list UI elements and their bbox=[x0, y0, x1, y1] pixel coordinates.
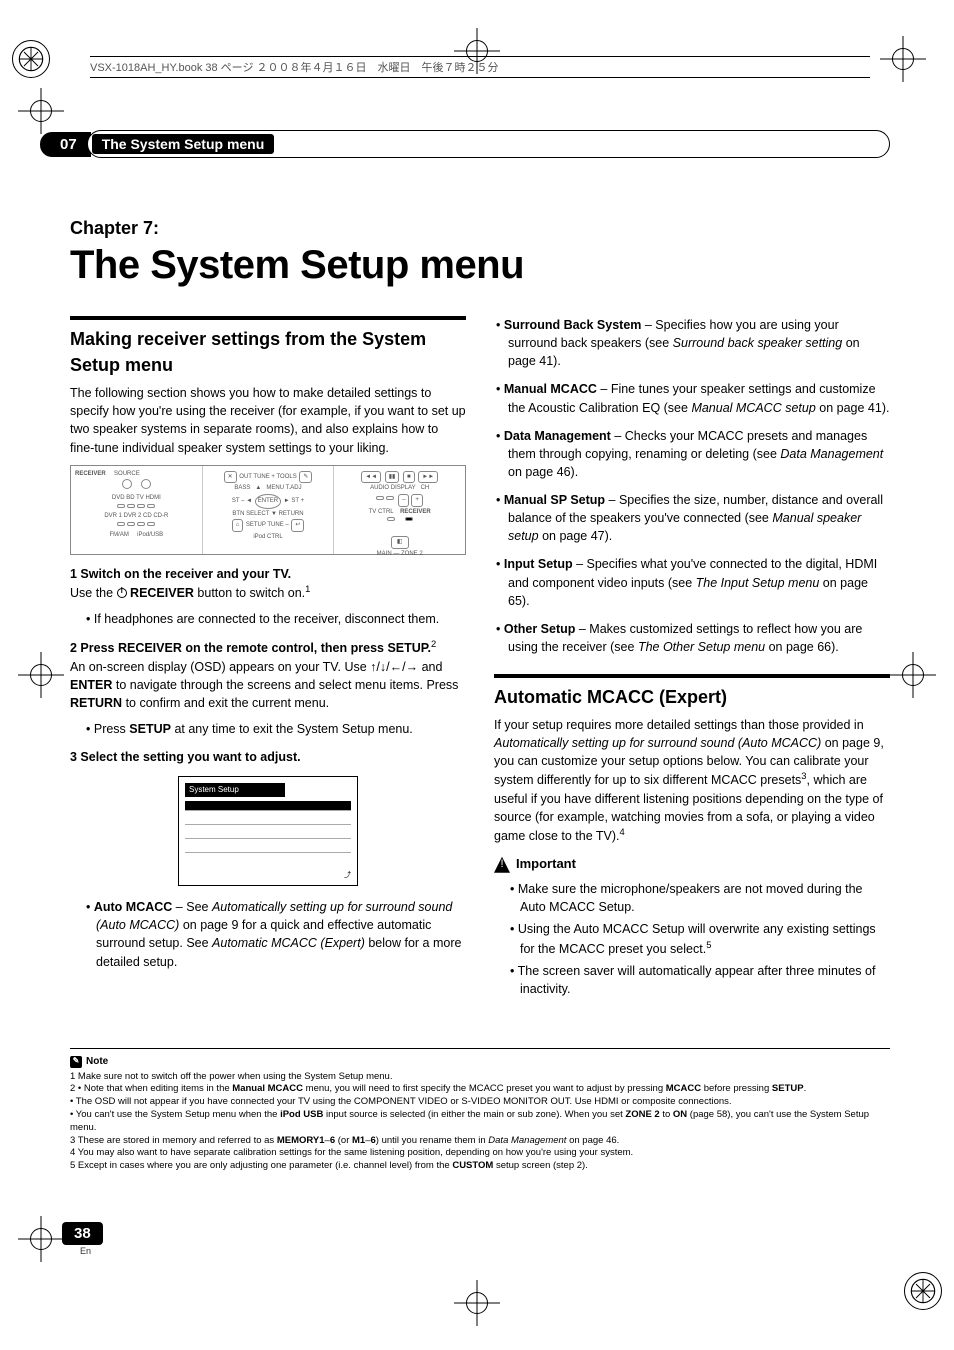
important-bullet-1: Make sure the microphone/speakers are no… bbox=[504, 880, 890, 916]
step-2-title: 2 Press RECEIVER on the remote control, … bbox=[70, 638, 466, 657]
remote-btn-next: ►► bbox=[418, 471, 438, 484]
remote-btn-pause: ▮▮ bbox=[385, 471, 400, 484]
remote-label-dvr1: DVR 1 bbox=[104, 513, 122, 519]
remote-label-menu: MENU bbox=[266, 485, 284, 491]
remote-label-receiver2: RECEIVER bbox=[400, 509, 431, 515]
crop-mark-bottom-left bbox=[18, 1216, 64, 1262]
footnote-2: 2 • Note that when editing items in the … bbox=[70, 1083, 890, 1134]
remote-label-hdmi: HDMI bbox=[145, 495, 160, 501]
auto-mcacc-bullet: Auto MCACC – See Automatically setting u… bbox=[80, 898, 466, 971]
remote-label-setup: SETUP bbox=[246, 522, 266, 528]
remote-label-cdr: CD-R bbox=[153, 513, 168, 519]
step-3-title: 3 Select the setting you want to adjust. bbox=[70, 748, 466, 766]
page-number: 38 bbox=[62, 1222, 103, 1245]
settings-list: Surround Back System – Specifies how you… bbox=[494, 316, 890, 656]
crop-mark-top-right bbox=[880, 36, 926, 82]
footnote-4: 4 You may also want to have separate cal… bbox=[70, 1147, 890, 1160]
remote-label-tools: TOOLS bbox=[276, 474, 296, 480]
item-surround-back: Surround Back System – Specifies how you… bbox=[494, 316, 890, 370]
remote-label-ch: CH bbox=[421, 485, 430, 491]
remote-label-main: MAIN bbox=[377, 551, 392, 557]
osd-return-icon: ⤴ bbox=[185, 871, 351, 881]
remote-control-illustration: RECEIVER SOURCE DVD BD TV HDMI DVR 1 DVR… bbox=[70, 465, 466, 555]
remote-btn-stop: ■ bbox=[403, 471, 415, 484]
setup-exit-bullet: Press SETUP at any time to exit the Syst… bbox=[80, 720, 466, 738]
step-1-bullet: If headphones are connected to the recei… bbox=[80, 610, 466, 628]
step-1-title: 1 Switch on the receiver and your TV. bbox=[70, 565, 466, 583]
remote-label-tv-ctrl: TV CTRL bbox=[369, 509, 394, 515]
remote-label-st-plus: ST + bbox=[291, 498, 304, 504]
chapter-label: Chapter 7: bbox=[70, 218, 890, 239]
footnote-5: 5 Except in cases where you are only adj… bbox=[70, 1160, 890, 1173]
step-1-body: Use the RECEIVER button to switch on.1 bbox=[70, 583, 466, 602]
remote-label-tv: TV bbox=[136, 495, 144, 501]
heading-auto-mcacc-expert: Automatic MCACC (Expert) bbox=[494, 674, 890, 710]
remote-label-ipod-ctrl: iPod CTRL bbox=[253, 534, 282, 540]
remote-label-st-minus: ST – bbox=[232, 498, 245, 504]
power-icon bbox=[117, 588, 127, 598]
remote-label-select: SELECT bbox=[246, 511, 269, 517]
crop-mark-bottom-center bbox=[454, 1280, 500, 1326]
footnote-1: 1 Make sure not to switch off the power … bbox=[70, 1071, 890, 1084]
remote-label-zone2: ZONE 2 bbox=[401, 551, 423, 557]
remote-label-return: RETURN bbox=[279, 511, 304, 517]
remote-label-fmam: FM/AM bbox=[109, 532, 128, 538]
remote-label-display: DISPLAY bbox=[391, 485, 416, 491]
note-icon: ✎ bbox=[70, 1056, 82, 1068]
remote-label-bass: BASS bbox=[234, 485, 250, 491]
important-bullet-3: The screen saver will automatically appe… bbox=[504, 962, 890, 998]
item-input-setup: Input Setup – Specifies what you've conn… bbox=[494, 555, 890, 609]
remote-label-out: OUT bbox=[239, 474, 252, 480]
remote-label-enter: ENTER bbox=[255, 494, 281, 509]
item-other-setup: Other Setup – Makes customized settings … bbox=[494, 620, 890, 656]
remote-btn-ch-minus: – bbox=[398, 494, 409, 507]
right-column: Surround Back System – Specifies how you… bbox=[494, 316, 890, 1002]
osd-paragraph: An on-screen display (OSD) appears on yo… bbox=[70, 658, 466, 712]
item-data-management: Data Management – Checks your MCACC pres… bbox=[494, 427, 890, 481]
remote-label-bd: BD bbox=[126, 495, 134, 501]
remote-label-tadj: T.ADJ bbox=[286, 485, 302, 491]
crop-mark-mid-left bbox=[18, 88, 64, 134]
registration-mark-bottom-right bbox=[904, 1272, 942, 1310]
footnote-3: 3 These are stored in memory and referre… bbox=[70, 1135, 890, 1148]
remote-btn-ch-plus: + bbox=[411, 494, 423, 507]
intro-paragraph: The following section shows you how to m… bbox=[70, 384, 466, 457]
remote-label-tune-plus: TUNE + bbox=[253, 474, 275, 480]
left-column: Making receiver settings from the System… bbox=[70, 316, 466, 1002]
note-label: Note bbox=[86, 1055, 108, 1069]
page-content: 07 The System Setup menu Chapter 7: The … bbox=[70, 130, 890, 1002]
heading-making-receiver-settings: Making receiver settings from the System… bbox=[70, 316, 466, 378]
item-manual-mcacc: Manual MCACC – Fine tunes your speaker s… bbox=[494, 380, 890, 416]
crop-mark-mid-left2 bbox=[18, 652, 64, 698]
section-number: 07 bbox=[40, 132, 91, 157]
remote-btn-prev: ◄◄ bbox=[361, 471, 381, 484]
page-language: En bbox=[80, 1246, 91, 1256]
remote-label-tune-minus: TUNE – bbox=[267, 522, 288, 528]
important-label: Important bbox=[516, 855, 576, 874]
warning-icon: ! bbox=[494, 857, 510, 873]
section-tab: 07 The System Setup menu bbox=[70, 130, 890, 158]
remote-label-ipod: iPod/USB bbox=[137, 532, 163, 538]
book-file-header: VSX-1018AH_HY.book 38 ページ ２００８年４月１６日 水曜日… bbox=[90, 56, 870, 78]
registration-mark-top-left bbox=[12, 40, 50, 78]
osd-screenshot: System Setup ⤴ bbox=[178, 776, 358, 886]
remote-label-cd: CD bbox=[143, 513, 152, 519]
footnotes: ✎ Note 1 Make sure not to switch off the … bbox=[70, 1048, 890, 1173]
remote-label-audio: AUDIO bbox=[370, 485, 389, 491]
chapter-title: The System Setup menu bbox=[70, 243, 890, 288]
remote-label-dvr2: DVR 2 bbox=[124, 513, 142, 519]
remote-label-source: SOURCE bbox=[114, 471, 140, 477]
important-heading: ! Important bbox=[494, 855, 890, 874]
important-bullet-2: Using the Auto MCACC Setup will overwrit… bbox=[504, 920, 890, 957]
remote-label-receiver: RECEIVER bbox=[75, 471, 106, 477]
osd-title: System Setup bbox=[185, 783, 285, 797]
item-manual-sp-setup: Manual SP Setup – Specifies the size, nu… bbox=[494, 491, 890, 545]
auto-mcacc-paragraph: If your setup requires more detailed set… bbox=[494, 716, 890, 845]
section-tab-title: The System Setup menu bbox=[102, 136, 265, 152]
crop-mark-mid-right bbox=[890, 652, 936, 698]
remote-label-dvd: DVD bbox=[112, 495, 125, 501]
remote-label-btn: BTN bbox=[232, 511, 244, 517]
